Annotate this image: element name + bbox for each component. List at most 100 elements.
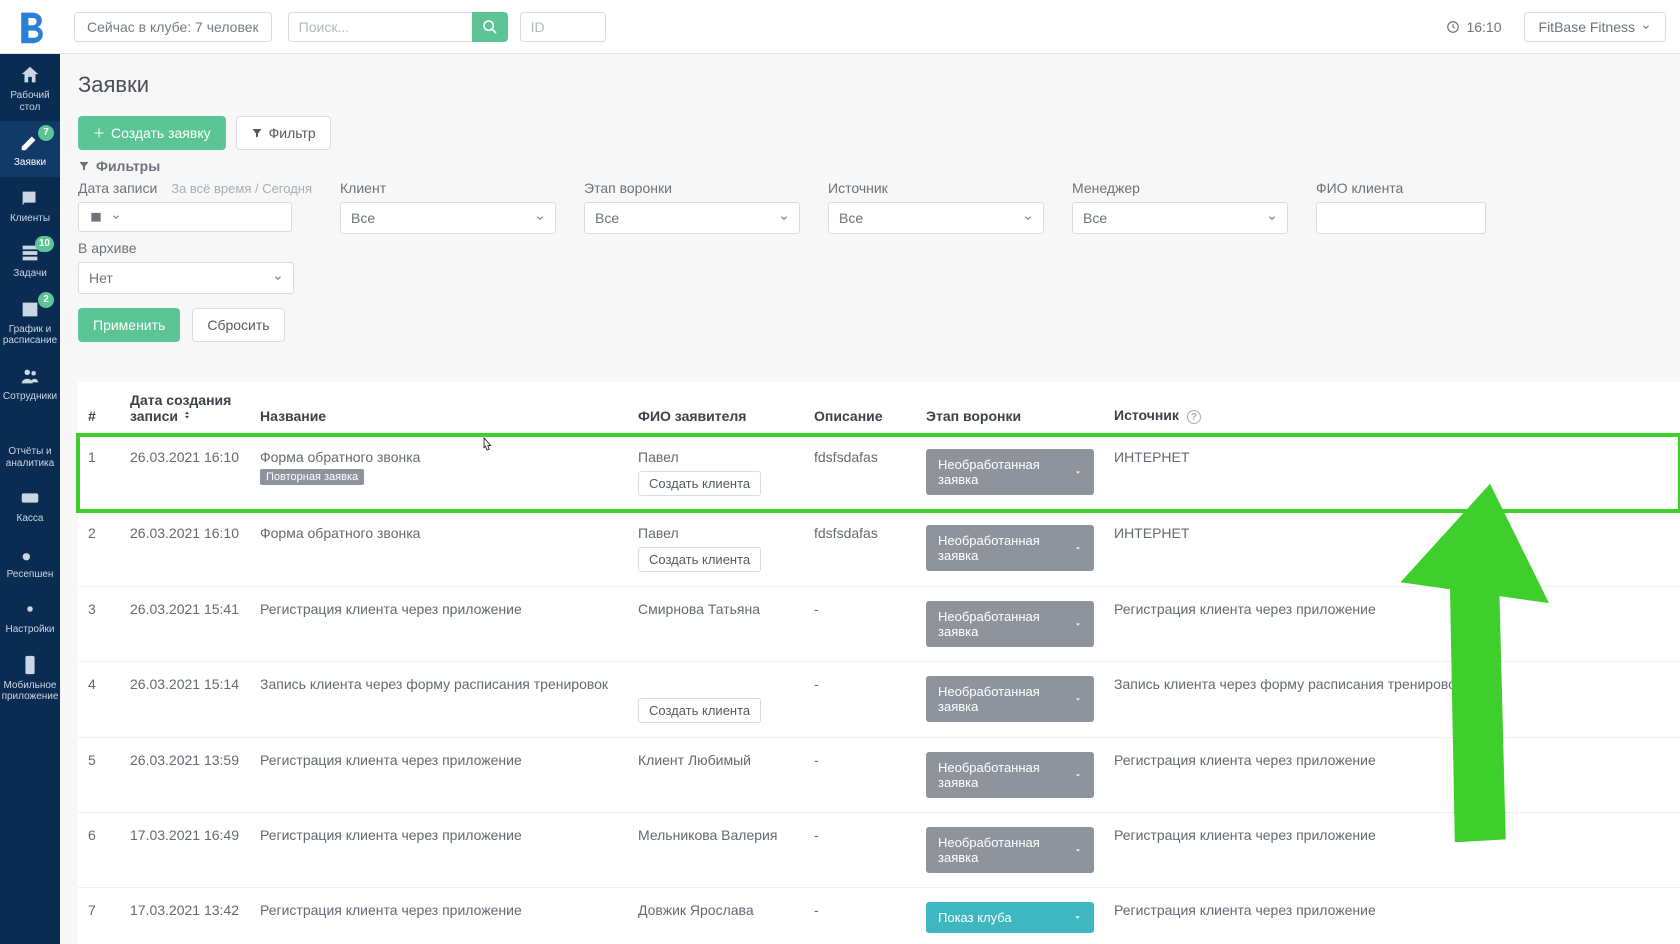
cell-desc: - bbox=[804, 587, 916, 662]
page-title: Заявки bbox=[78, 72, 1680, 98]
cell-date: 26.03.2021 13:59 bbox=[120, 738, 250, 813]
filters-row-2: В архиве Нет bbox=[78, 240, 1680, 294]
stage-dropdown[interactable]: Необработанная заявка bbox=[926, 827, 1094, 873]
cell-name: Запись клиента через форму расписания тр… bbox=[250, 662, 628, 738]
table-row[interactable]: 7 17.03.2021 13:42 Регистрация клиента ч… bbox=[78, 888, 1680, 944]
filter-hint: За всё время / Сегодня bbox=[171, 181, 312, 196]
sidebar-item-schedule[interactable]: 2 График и расписание bbox=[0, 288, 60, 355]
reset-button[interactable]: Сбросить bbox=[192, 308, 284, 342]
stage-dropdown[interactable]: Необработанная заявка bbox=[926, 601, 1094, 647]
th-stage[interactable]: Этап воронки bbox=[916, 382, 1104, 435]
cell-name: Регистрация клиента через приложение bbox=[250, 587, 628, 662]
sidebar-item-tasks[interactable]: 10 Задачи bbox=[0, 232, 60, 288]
stage-select[interactable]: Все bbox=[584, 202, 800, 234]
mobile-icon bbox=[19, 654, 41, 676]
date-picker[interactable] bbox=[78, 202, 292, 232]
club-selector[interactable]: FitBase Fitness bbox=[1524, 12, 1666, 42]
cash-icon bbox=[19, 487, 41, 509]
table-wrap: # Дата создания записи Название ФИО заяв… bbox=[78, 382, 1680, 944]
sidebar-item-desktop[interactable]: Рабочий стол bbox=[0, 54, 60, 121]
stage-dropdown[interactable]: Необработанная заявка bbox=[926, 676, 1094, 722]
chevron-down-icon bbox=[1074, 620, 1082, 629]
source-select[interactable]: Все bbox=[828, 202, 1044, 234]
chevron-down-icon bbox=[1641, 22, 1651, 32]
table-row[interactable]: 3 26.03.2021 15:41 Регистрация клиента ч… bbox=[78, 587, 1680, 662]
cell-date: 17.03.2021 16:49 bbox=[120, 813, 250, 888]
cell-fio: Клиент Любимый bbox=[628, 738, 804, 813]
sort-icon bbox=[182, 409, 192, 421]
id-input[interactable] bbox=[520, 12, 606, 42]
filter-title: В архиве bbox=[78, 240, 294, 256]
create-client-button[interactable]: Создать клиента bbox=[638, 698, 761, 723]
th-source[interactable]: Источник ? bbox=[1104, 382, 1680, 435]
table-row[interactable]: 1 26.03.2021 16:10 Форма обратного звонк… bbox=[78, 435, 1680, 511]
sidebar: Рабочий стол 7 Заявки Клиенты 10 Задачи … bbox=[0, 54, 60, 944]
sidebar-label: Клиенты bbox=[10, 213, 50, 225]
create-client-button[interactable]: Создать клиента bbox=[638, 471, 761, 496]
filter-button[interactable]: Фильтр bbox=[236, 116, 331, 150]
sidebar-item-staff[interactable]: Сотрудники bbox=[0, 355, 60, 411]
table-row[interactable]: 6 17.03.2021 16:49 Регистрация клиента ч… bbox=[78, 813, 1680, 888]
archive-select[interactable]: Нет bbox=[78, 262, 294, 294]
topbar: Сейчас в клубе: 7 человек 16:10 FitBase … bbox=[0, 0, 1680, 54]
cell-name: Регистрация клиента через приложение bbox=[250, 738, 628, 813]
cell-source: Регистрация клиента через приложение bbox=[1104, 888, 1680, 944]
fio-input[interactable] bbox=[1316, 202, 1486, 234]
filter-client: Клиент Все bbox=[340, 180, 556, 234]
chart-icon bbox=[19, 420, 41, 442]
sidebar-item-settings[interactable]: Настройки bbox=[0, 588, 60, 644]
th-fio[interactable]: ФИО заявителя bbox=[628, 382, 804, 435]
sidebar-label: Касса bbox=[17, 513, 44, 525]
cell-num: 7 bbox=[78, 888, 120, 944]
table-row[interactable]: 4 26.03.2021 15:14 Запись клиента через … bbox=[78, 662, 1680, 738]
cell-stage: Показ клуба bbox=[916, 888, 1104, 944]
table-row[interactable]: 2 26.03.2021 16:10 Форма обратного звонк… bbox=[78, 511, 1680, 587]
cell-num: 1 bbox=[78, 435, 120, 511]
manager-select[interactable]: Все bbox=[1072, 202, 1288, 234]
apply-button[interactable]: Применить bbox=[78, 308, 180, 342]
cell-desc: fdsfsdafas bbox=[804, 435, 916, 511]
sidebar-label: Сотрудники bbox=[3, 391, 57, 403]
cell-stage: Необработанная заявка bbox=[916, 511, 1104, 587]
chevron-down-icon bbox=[1074, 468, 1082, 477]
club-now-indicator[interactable]: Сейчас в клубе: 7 человек bbox=[74, 12, 272, 42]
cell-date: 26.03.2021 16:10 bbox=[120, 435, 250, 511]
th-date[interactable]: Дата создания записи bbox=[120, 382, 250, 435]
cell-desc: - bbox=[804, 888, 916, 944]
sidebar-item-reception[interactable]: Ресепшен bbox=[0, 533, 60, 589]
sidebar-item-requests[interactable]: 7 Заявки bbox=[0, 121, 60, 177]
filter-fio: ФИО клиента bbox=[1316, 180, 1486, 234]
search-input[interactable] bbox=[288, 12, 472, 42]
stage-dropdown[interactable]: Показ клуба bbox=[926, 902, 1094, 933]
filter-label: Фильтр bbox=[269, 125, 316, 141]
help-icon[interactable]: ? bbox=[1187, 410, 1201, 424]
th-desc[interactable]: Описание bbox=[804, 382, 916, 435]
stage-dropdown[interactable]: Необработанная заявка bbox=[926, 752, 1094, 798]
calendar-icon bbox=[89, 210, 103, 224]
search-button[interactable] bbox=[472, 12, 508, 42]
create-request-button[interactable]: Создать заявку bbox=[78, 116, 226, 150]
sidebar-item-cash[interactable]: Касса bbox=[0, 477, 60, 533]
sidebar-label: График и расписание bbox=[2, 324, 58, 347]
cell-num: 2 bbox=[78, 511, 120, 587]
create-client-button[interactable]: Создать клиента bbox=[638, 547, 761, 572]
chevron-down-icon bbox=[1074, 846, 1082, 855]
th-num[interactable]: # bbox=[78, 382, 120, 435]
clock-time: 16:10 bbox=[1466, 19, 1501, 35]
stage-dropdown[interactable]: Необработанная заявка bbox=[926, 525, 1094, 571]
filter-title: Источник bbox=[828, 180, 1044, 196]
client-select[interactable]: Все bbox=[340, 202, 556, 234]
sidebar-item-clients[interactable]: Клиенты bbox=[0, 177, 60, 233]
sidebar-item-reports[interactable]: Отчёты и аналитика bbox=[0, 410, 60, 477]
key-icon bbox=[19, 543, 41, 565]
cell-stage: Необработанная заявка bbox=[916, 662, 1104, 738]
th-name[interactable]: Название bbox=[250, 382, 628, 435]
sidebar-item-mobile[interactable]: Мобильное приложение bbox=[0, 644, 60, 711]
stage-dropdown[interactable]: Необработанная заявка bbox=[926, 449, 1094, 495]
cell-desc: - bbox=[804, 813, 916, 888]
sidebar-badge: 7 bbox=[38, 125, 54, 141]
cell-fio: Создать клиента bbox=[628, 662, 804, 738]
table-row[interactable]: 5 26.03.2021 13:59 Регистрация клиента ч… bbox=[78, 738, 1680, 813]
cell-stage: Необработанная заявка bbox=[916, 435, 1104, 511]
sidebar-label: Ресепшен bbox=[7, 569, 54, 581]
